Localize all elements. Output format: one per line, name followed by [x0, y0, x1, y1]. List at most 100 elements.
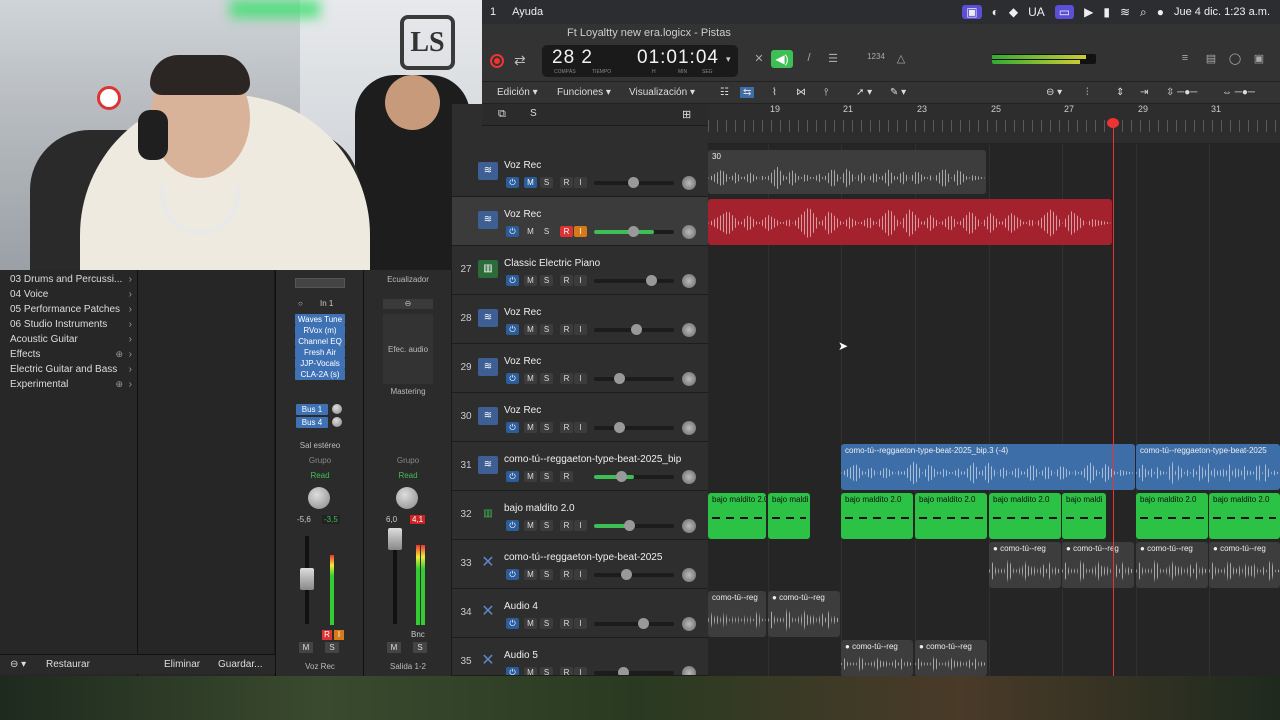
cycle-icon[interactable]: ⇄: [514, 52, 526, 69]
mute-button[interactable]: M: [524, 667, 537, 675]
mute-button[interactable]: M: [524, 324, 537, 335]
group-slot[interactable]: Grupo: [364, 456, 452, 465]
input-monitor-button[interactable]: I: [574, 177, 587, 188]
track-row[interactable]: 28 ≋ Voz Rec ⏻ M S R I: [452, 295, 708, 344]
waveform-zoom-icon[interactable]: ⫶: [1086, 87, 1089, 98]
audio-region-recording[interactable]: [708, 199, 1112, 245]
volume-slider[interactable]: [594, 422, 674, 433]
library-item[interactable]: Effects ⊕ ›: [0, 347, 137, 362]
track-name[interactable]: Voz Rec: [504, 405, 541, 416]
download-icon[interactable]: ⊕: [115, 377, 123, 392]
track-name[interactable]: Voz Rec: [504, 209, 541, 220]
play-icon[interactable]: ▶: [1084, 5, 1093, 19]
library-item[interactable]: 05 Performance Patches ›: [0, 302, 137, 317]
pan-knob[interactable]: [682, 617, 696, 631]
add-track-icon[interactable]: ⊞: [682, 108, 691, 121]
track-name[interactable]: como-tú--reggaeton-type-beat-2025_bip: [504, 454, 681, 465]
plugin-slot[interactable]: Waves Tune: [295, 314, 345, 325]
tuner-icon[interactable]: /: [800, 52, 818, 68]
volume-slider[interactable]: [594, 324, 674, 335]
input-monitor-button[interactable]: I: [574, 667, 587, 675]
automation-icon[interactable]: ⌇: [772, 87, 777, 98]
mute-button[interactable]: M: [524, 422, 537, 433]
input-monitor-button[interactable]: I: [574, 520, 587, 531]
plugin-slot[interactable]: Channel EQ: [295, 336, 345, 347]
notes-icon[interactable]: ▤: [1202, 52, 1220, 68]
browser-icon[interactable]: ▣: [1250, 52, 1268, 68]
delete-button[interactable]: Eliminar: [164, 659, 200, 670]
bounce-button[interactable]: Bnc: [411, 630, 425, 639]
midi-region[interactable]: bajo maldi: [768, 493, 810, 539]
volume-slider[interactable]: [594, 275, 674, 286]
volume-slider[interactable]: [594, 520, 674, 531]
track-row[interactable]: 33 ✕ como-tú--reggaeton-type-beat-2025 ⏻…: [452, 540, 708, 589]
track-row[interactable]: ≋ Voz Rec ⏻ M S R I: [452, 148, 708, 197]
audio-region[interactable]: ● como-tú--reg: [1062, 542, 1134, 588]
menu-item-1[interactable]: 1: [482, 6, 504, 18]
pan-knob[interactable]: [682, 176, 696, 190]
send-level-knob[interactable]: [332, 417, 342, 427]
solo-button[interactable]: S: [540, 520, 553, 531]
screen-mirror-icon[interactable]: ▭: [1054, 5, 1075, 19]
volume-slider[interactable]: [594, 618, 674, 629]
pan-knob[interactable]: [682, 225, 696, 239]
solo-button[interactable]: S: [540, 177, 553, 188]
pan-knob[interactable]: [682, 274, 696, 288]
volume-slider[interactable]: [594, 471, 674, 482]
audio-region[interactable]: ● como-tú--reg: [1209, 542, 1280, 588]
volume-slider[interactable]: [594, 226, 674, 237]
midi-region[interactable]: bajo maldito 2.0: [841, 493, 913, 539]
record-enable-button[interactable]: R: [560, 373, 573, 384]
lcd-display[interactable]: 28 2 01:01:04 COMPÁS TIEMPO H MIN SEG: [542, 45, 738, 77]
mute-button[interactable]: M: [524, 618, 537, 629]
playhead-handle[interactable]: [1107, 118, 1119, 128]
pan-knob[interactable]: [682, 666, 696, 675]
track-row[interactable]: 27 ▥ Classic Electric Piano ⏻ M S R I: [452, 246, 708, 295]
mute-button[interactable]: M: [524, 569, 537, 580]
audio-region[interactable]: como-tú--reggaeton-type-beat-2025_bip.3 …: [841, 444, 1135, 490]
track-row[interactable]: 35 ✕ Audio 5 ⏻ M S R I: [452, 638, 708, 676]
library-options-icon[interactable]: ⊖ ▾: [10, 659, 26, 670]
speaker-icon[interactable]: ◀): [771, 50, 793, 68]
track-name[interactable]: Audio 5: [504, 650, 538, 661]
volume-fader[interactable]: [300, 568, 314, 590]
mute-button[interactable]: M: [524, 177, 537, 188]
list-editor-icon[interactable]: ≡: [1176, 52, 1194, 68]
record-enable-button[interactable]: R: [322, 630, 332, 640]
track-name[interactable]: Voz Rec: [504, 160, 541, 171]
global-solo-button[interactable]: S: [530, 108, 537, 119]
pan-knob[interactable]: [396, 487, 418, 509]
pan-knob[interactable]: [308, 487, 330, 509]
track-row[interactable]: 32 ▥ bajo maldito 2.0 ⏻ M S R I: [452, 491, 708, 540]
audio-region[interactable]: ● como-tú--reg: [1136, 542, 1208, 588]
pointer-tool-icon[interactable]: ➚ ▾: [856, 87, 872, 98]
pan-knob[interactable]: [682, 568, 696, 582]
audio-region[interactable]: 30: [708, 150, 986, 194]
lcd-menu-chevron-icon[interactable]: ▾: [726, 54, 731, 65]
vertical-zoom-slider[interactable]: ⇳ ─●─: [1166, 87, 1197, 98]
download-icon[interactable]: ⊕: [115, 347, 123, 362]
flex-icon[interactable]: ⇆: [740, 87, 755, 98]
save-button[interactable]: Guardar...: [218, 659, 262, 670]
mute-button[interactable]: M: [524, 275, 537, 286]
count-in[interactable]: 1234: [864, 52, 888, 68]
output-slot[interactable]: Sal estéreo: [276, 441, 364, 450]
input-monitor-button[interactable]: I: [574, 324, 587, 335]
datetime[interactable]: Jue 4 dic. 1:23 a.m.: [1174, 6, 1270, 18]
eq-thumbnail[interactable]: [295, 278, 345, 288]
screen-record-icon[interactable]: ▣: [962, 5, 982, 19]
loops-icon[interactable]: ◯: [1226, 52, 1244, 68]
automation-mode[interactable]: Read: [276, 471, 364, 480]
record-enable-button[interactable]: R: [560, 177, 573, 188]
solo-button[interactable]: S: [540, 373, 553, 384]
track-on-button[interactable]: ⏻: [506, 667, 519, 675]
solo-button[interactable]: S: [540, 667, 553, 675]
track-on-button[interactable]: ⏻: [506, 373, 519, 384]
catch-icon[interactable]: ⊖ ▾: [1046, 87, 1062, 98]
view-menu[interactable]: Visualización ▾: [629, 87, 695, 98]
track-row-selected[interactable]: ≋ Voz Rec ⏻ M S R I: [452, 197, 708, 246]
keyboard-layout[interactable]: UA: [1028, 5, 1045, 19]
functions-menu[interactable]: Funciones ▾: [557, 87, 611, 98]
plugin-slot[interactable]: RVox (m): [295, 325, 345, 336]
input-monitor-button[interactable]: I: [574, 373, 587, 384]
